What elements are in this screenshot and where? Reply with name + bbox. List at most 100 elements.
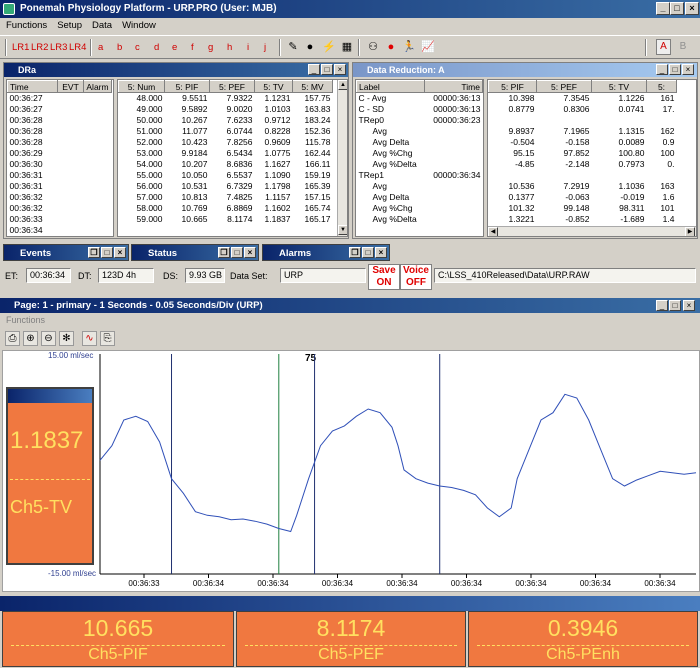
lr1-button[interactable]: LR1 xyxy=(12,42,29,53)
dra-close-icon[interactable]: × xyxy=(334,64,346,75)
alarms-close-icon[interactable]: × xyxy=(375,247,387,258)
table-row[interactable] xyxy=(489,115,677,126)
autoscale-icon[interactable]: ✻ xyxy=(59,331,74,346)
table-row[interactable]: 00:36:31 xyxy=(8,181,112,192)
column-header[interactable]: 5: PEF xyxy=(209,80,255,93)
table-row[interactable]: 53.000 9.9184 6.5434 1.0775 162.44 xyxy=(119,148,333,159)
record-icon[interactable]: ● xyxy=(384,40,398,54)
status-restore-icon[interactable]: ❐ xyxy=(218,247,230,258)
dr-minimize-icon[interactable]: _ xyxy=(656,64,668,75)
events-close-icon[interactable]: × xyxy=(114,247,126,258)
table-row[interactable]: 00:36:28 xyxy=(8,115,112,126)
table-row[interactable]: C - Avg 00000:36:13 xyxy=(357,93,483,104)
table-row[interactable]: 00:36:28 xyxy=(8,137,112,148)
alarms-restore-icon[interactable]: ❐ xyxy=(349,247,361,258)
table-row[interactable]: Avg Delta xyxy=(357,192,483,203)
table-row[interactable]: 58.000 10.769 6.8869 1.1602 165.74 xyxy=(119,203,333,214)
table-row[interactable]: 54.000 10.207 8.6836 1.1627 166.11 xyxy=(119,159,333,170)
table-row[interactable]: Avg %Delta xyxy=(357,159,483,170)
chart-icon[interactable]: 📈 xyxy=(421,40,435,54)
column-header[interactable]: 5: xyxy=(646,80,677,93)
column-header[interactable]: Alarm xyxy=(83,80,112,93)
table-row[interactable] xyxy=(489,170,677,181)
table-row[interactable]: 51.000 11.077 6.0744 0.8228 152.36 xyxy=(119,126,333,137)
dr-horizontal-scrollbar[interactable]: ◀ ▶ xyxy=(488,226,696,236)
column-header[interactable]: Time xyxy=(7,80,58,93)
copy-icon[interactable]: ⎘ xyxy=(100,331,115,346)
scroll-up-icon[interactable]: ▲ xyxy=(338,80,347,90)
grid-icon[interactable]: ▦ xyxy=(340,40,354,54)
column-header[interactable]: Label xyxy=(356,80,425,93)
column-header[interactable]: 5: PIF xyxy=(164,80,210,93)
lr2-button[interactable]: LR2 xyxy=(31,42,48,53)
dr-maximize-icon[interactable]: □ xyxy=(669,64,681,75)
record-dim-icon[interactable]: ● xyxy=(303,40,317,54)
alarms-window[interactable]: Alarms ❐ □ × xyxy=(262,244,390,261)
dr-close-icon[interactable]: × xyxy=(682,64,694,75)
table-row[interactable]: 49.000 9.5892 9.0020 1.0103 163.83 xyxy=(119,104,333,115)
table-row[interactable]: 101.32 99.148 98.311 101 xyxy=(489,203,677,214)
table-row[interactable]: 00:36:27 xyxy=(8,93,112,104)
run-icon[interactable]: 🏃 xyxy=(402,40,416,54)
zoom-in-icon[interactable]: ⊕ xyxy=(23,331,38,346)
table-row[interactable]: -0.504 -0.158 0.0089 0.9 xyxy=(489,137,677,148)
table-row[interactable]: 10.536 7.2919 1.1036 163 xyxy=(489,181,677,192)
menu-functions[interactable]: Functions xyxy=(6,18,47,34)
letter-g-button[interactable]: g xyxy=(208,42,213,53)
menu-data[interactable]: Data xyxy=(92,18,112,34)
table-row[interactable]: 59.000 10.665 8.1174 1.1837 165.17 xyxy=(119,214,333,225)
table-row[interactable]: 00:36:28 xyxy=(8,126,112,137)
close-icon[interactable]: × xyxy=(685,2,699,15)
letter-e-button[interactable]: e xyxy=(172,42,177,53)
table-row[interactable]: TRep1 00000:36:34 xyxy=(357,170,483,181)
lightning-icon[interactable]: ⚡ xyxy=(322,40,336,54)
column-header[interactable]: 5: Num xyxy=(118,80,165,93)
print-icon[interactable]: ⎙ xyxy=(5,331,20,346)
page-maximize-icon[interactable]: □ xyxy=(669,300,681,311)
table-row[interactable]: C - SD 00000:36:13 xyxy=(357,104,483,115)
scroll-down-icon[interactable]: ▼ xyxy=(338,225,347,235)
table-row[interactable]: 00:36:32 xyxy=(8,203,112,214)
table-row[interactable]: -4.85 -2.148 0.7973 0. xyxy=(489,159,677,170)
table-row[interactable]: 00:36:27 xyxy=(8,104,112,115)
table-row[interactable]: Avg %Chg xyxy=(357,148,483,159)
table-row[interactable]: 57.000 10.813 7.4825 1.1157 157.15 xyxy=(119,192,333,203)
table-row[interactable]: 1.3221 -0.852 -1.689 1.4 xyxy=(489,214,677,225)
menu-setup[interactable]: Setup xyxy=(57,18,82,34)
table-row[interactable]: 56.000 10.531 6.7329 1.1798 165.39 xyxy=(119,181,333,192)
table-row[interactable]: 52.000 10.423 7.8256 0.9609 115.78 xyxy=(119,137,333,148)
column-header[interactable]: EVT xyxy=(57,80,84,93)
save-toggle[interactable]: Save ON xyxy=(368,264,400,290)
table-row[interactable]: 9.8937 7.1965 1.1315 162 xyxy=(489,126,677,137)
column-header[interactable]: 5: TV xyxy=(254,80,293,93)
column-header[interactable]: 5: PIF xyxy=(488,80,537,93)
table-row[interactable]: Avg Delta xyxy=(357,137,483,148)
zoom-out-icon[interactable]: ⊖ xyxy=(41,331,56,346)
scroll-right-icon[interactable]: ▶ xyxy=(685,227,695,236)
waveform-icon[interactable]: ∿ xyxy=(82,331,97,346)
table-row[interactable]: 00:36:30 xyxy=(8,159,112,170)
dra-scrollbar[interactable]: ▲ ▼ xyxy=(337,80,347,236)
letter-a-button[interactable]: a xyxy=(98,42,103,53)
table-row[interactable]: Avg xyxy=(357,126,483,137)
table-row[interactable]: Avg %Chg xyxy=(357,203,483,214)
page-minimize-icon[interactable]: _ xyxy=(656,300,668,311)
table-row[interactable]: 0.1377 -0.063 -0.019 1.6 xyxy=(489,192,677,203)
table-row[interactable]: 00:36:32 xyxy=(8,192,112,203)
table-row[interactable]: 10.398 7.3545 1.1226 161 xyxy=(489,93,677,104)
voice-toggle[interactable]: Voice OFF xyxy=(400,264,432,290)
table-row[interactable]: 0.8779 0.8306 0.0741 17. xyxy=(489,104,677,115)
maximize-icon[interactable]: □ xyxy=(670,2,684,15)
menu-window[interactable]: Window xyxy=(122,18,156,34)
column-header[interactable]: 5: PEF xyxy=(536,80,592,93)
events-maximize-icon[interactable]: □ xyxy=(101,247,113,258)
events-window[interactable]: Events ❐ □ × xyxy=(3,244,129,261)
column-header[interactable]: Time xyxy=(424,80,483,93)
table-row[interactable]: 00:36:34 xyxy=(8,225,112,236)
table-row[interactable]: 00:36:31 xyxy=(8,170,112,181)
table-row[interactable]: TRep0 00000:36:23 xyxy=(357,115,483,126)
letter-d-button[interactable]: d xyxy=(154,42,159,53)
status-close-icon[interactable]: × xyxy=(244,247,256,258)
dra-minimize-icon[interactable]: _ xyxy=(308,64,320,75)
column-header[interactable]: 5: TV xyxy=(591,80,647,93)
